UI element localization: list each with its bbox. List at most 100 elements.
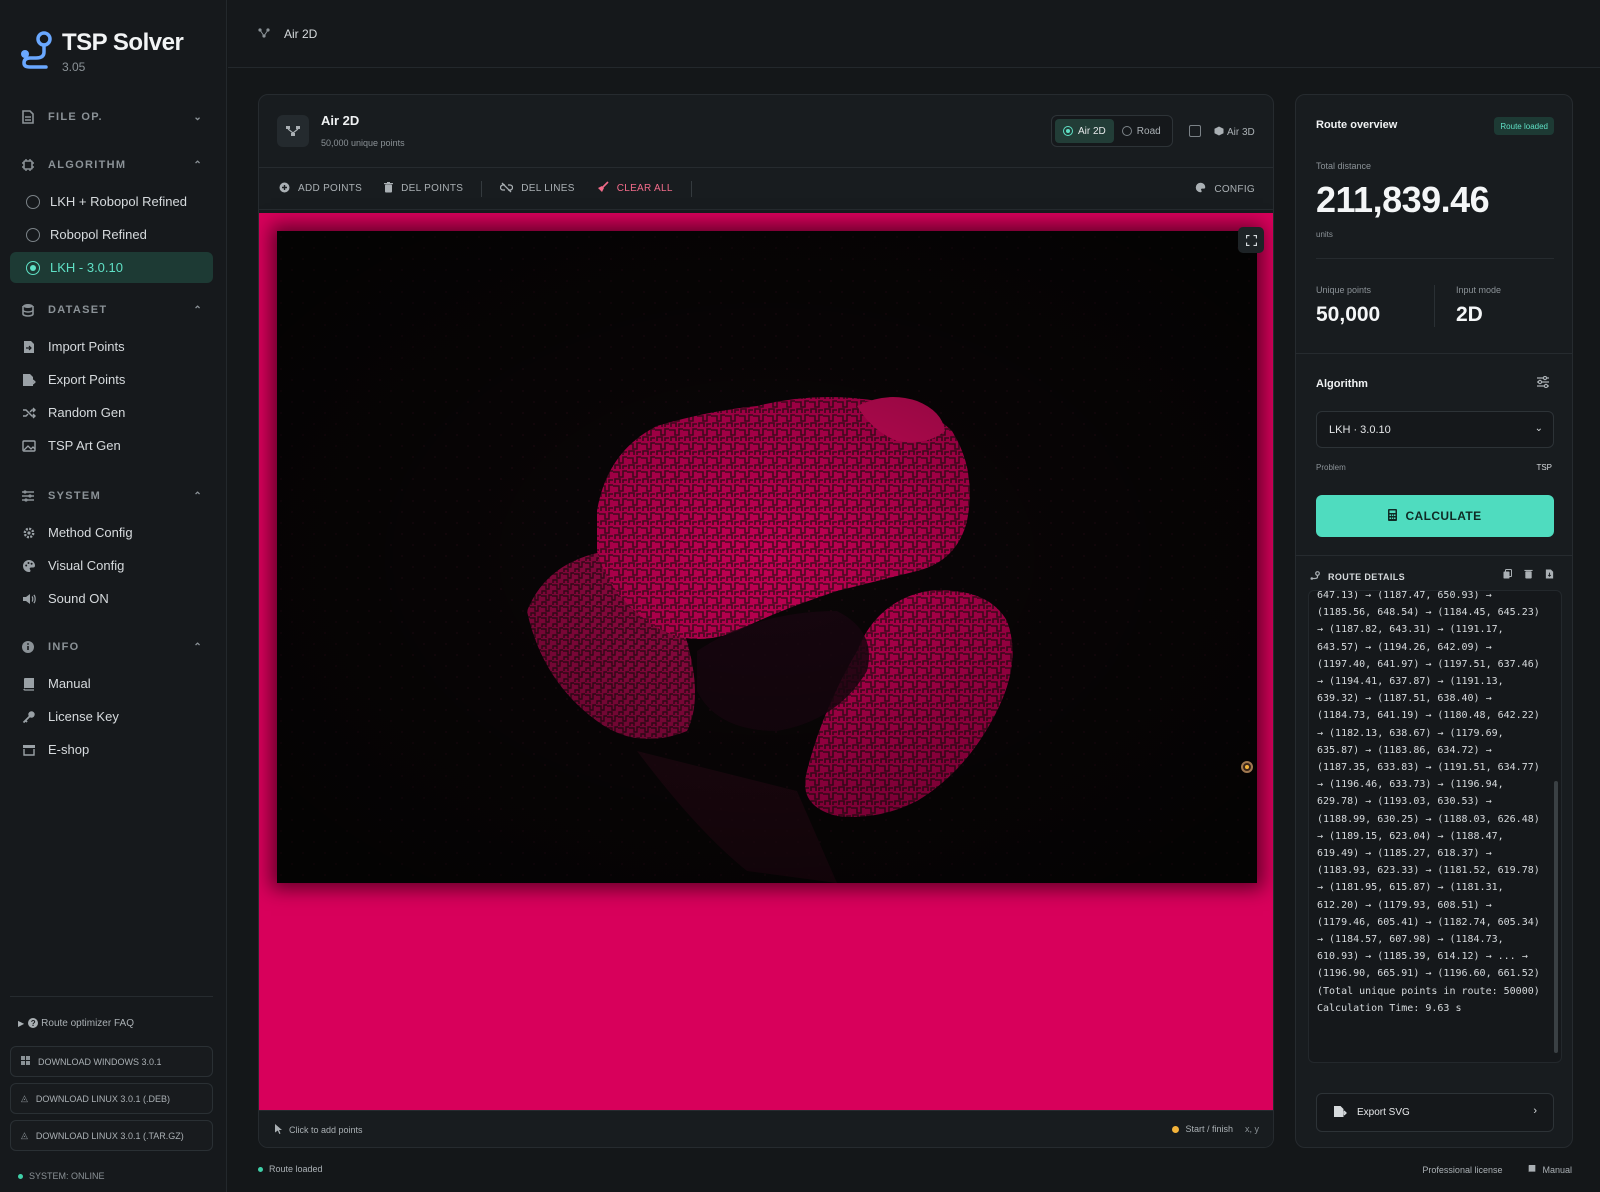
clear-all-label: CLEAR ALL (616, 183, 673, 194)
gear-icon (22, 526, 36, 540)
app-version: 3.05 (62, 60, 86, 74)
section-dataset-header[interactable]: DATASET ⌃ (10, 299, 213, 321)
divider (1434, 285, 1435, 327)
license-status[interactable]: Professional license (1422, 1165, 1502, 1175)
algorithm-option-lkh[interactable]: LKH - 3.0.10 (10, 252, 213, 283)
algorithm-select-value: LKH · 3.0.10 (1329, 423, 1391, 436)
total-distance-label: Total distance (1316, 161, 1372, 171)
sidebar-footer: ▶ ? Route optimizer FAQ DOWNLOAD WINDOWS… (10, 1014, 213, 1181)
status-bar-left: Route loaded (258, 1164, 323, 1174)
download-file-icon[interactable] (1545, 569, 1554, 582)
radio-icon (26, 194, 40, 209)
algorithm-option-lkh-robopol[interactable]: LKH + Robopol Refined (10, 186, 213, 217)
page-title: Air 2D (284, 26, 318, 41)
status-dot (18, 1173, 23, 1179)
radio-selected-icon (1063, 126, 1073, 136)
app-name: TSP Solver (62, 29, 184, 56)
canvas-hint: Click to add points (275, 1124, 363, 1136)
nav-method-config[interactable]: Method Config (10, 517, 213, 548)
fullscreen-button[interactable] (1238, 227, 1264, 253)
route-nodes-icon (277, 115, 309, 147)
calculate-button[interactable]: CALCULATE (1316, 495, 1554, 537)
nav-license-key[interactable]: License Key (10, 701, 213, 732)
mode-label: Road (1136, 125, 1161, 137)
delete-lines-button[interactable]: DEL LINES (500, 182, 574, 196)
broom-icon (597, 181, 609, 196)
sliders-icon[interactable] (1536, 375, 1550, 391)
canvas-toolbar: ADD POINTS DEL POINTS DEL LINES CLEAR AL… (259, 168, 1273, 210)
algorithm-option-robopol[interactable]: Robopol Refined (10, 219, 213, 250)
section-file-header[interactable]: FILE OP. ⌄ (10, 106, 213, 128)
route-details-log[interactable]: 647.13) → (1187.47, 650.93) → (1185.56, … (1308, 590, 1562, 1063)
nav-import-points[interactable]: Import Points (10, 331, 213, 362)
system-status: SYSTEM: ONLINE (10, 1171, 213, 1181)
distance-units: units (1316, 230, 1333, 239)
section-info-header[interactable]: INFO ⌃ (10, 636, 213, 658)
nav-tsp-art-gen[interactable]: TSP Art Gen (10, 430, 213, 461)
nav-label: Import Points (48, 339, 125, 354)
scrollbar-thumb[interactable] (1554, 781, 1558, 1053)
import-icon (22, 340, 36, 354)
download-linux-tar-button[interactable]: ◬ DOWNLOAD LINUX 3.0.1 (.TAR.GZ) (10, 1120, 213, 1151)
section-file: FILE OP. ⌄ (10, 106, 213, 128)
calculate-label: CALCULATE (1405, 509, 1482, 523)
toolbar-separator (481, 180, 483, 197)
section-algorithm-header[interactable]: ALGORITHM ⌃ (10, 154, 213, 176)
nav-label: Export Points (48, 372, 126, 387)
section-system-header[interactable]: SYSTEM ⌃ (10, 485, 213, 507)
rose-tsp-art (277, 231, 1257, 883)
algorithm-select[interactable]: LKH · 3.0.10 ⌄ (1316, 411, 1554, 448)
download-windows-button[interactable]: DOWNLOAD WINDOWS 3.0.1 (10, 1046, 213, 1077)
radio-icon (1121, 126, 1132, 136)
mode-air-2d[interactable]: Air 2D (1055, 119, 1114, 143)
nav-random-gen[interactable]: Random Gen (10, 397, 213, 428)
section-algorithm: ALGORITHM ⌃ LKH + Robopol Refined Robopo… (10, 154, 213, 283)
nav-label: Sound ON (48, 591, 109, 606)
copy-icon[interactable] (1503, 569, 1512, 582)
start-finish-marker[interactable] (1241, 761, 1253, 773)
nav-manual[interactable]: Manual (10, 668, 213, 699)
chevron-down-icon: ⌄ (193, 111, 203, 123)
unique-points-value: 50,000 (1316, 303, 1381, 326)
route-canvas[interactable] (259, 213, 1273, 1111)
mode-road[interactable]: Road (1114, 119, 1169, 143)
info-icon (20, 639, 36, 655)
air-3d-checkbox[interactable] (1189, 125, 1201, 137)
nav-sound[interactable]: Sound ON (10, 583, 213, 614)
total-distance-value: 211,839.46 (1316, 179, 1490, 220)
export-svg-button[interactable]: Export SVG › (1316, 1093, 1554, 1132)
nav-visual-config[interactable]: Visual Config (10, 550, 213, 581)
nav-eshop[interactable]: E-shop (10, 734, 213, 765)
input-mode-value: 2D (1456, 303, 1483, 326)
faq-toggle[interactable]: ▶ ? Route optimizer FAQ (10, 1014, 213, 1032)
problem-value: TSP (1536, 463, 1552, 472)
cube-icon (1214, 126, 1224, 139)
delete-lines-label: DEL LINES (521, 183, 575, 194)
add-points-button[interactable]: ADD POINTS (279, 182, 362, 196)
section-file-label: FILE OP. (48, 111, 103, 123)
chevron-up-icon: ⌃ (193, 304, 203, 316)
download-linux-deb-button[interactable]: ◬ DOWNLOAD LINUX 3.0.1 (.DEB) (10, 1083, 213, 1114)
air-3d-text: Air 3D (1227, 127, 1255, 138)
key-icon (22, 710, 36, 724)
clear-all-button[interactable]: CLEAR ALL (597, 181, 673, 196)
config-button[interactable]: CONFIG (1195, 182, 1255, 196)
toolbar-separator (690, 180, 692, 197)
nav-label: E-shop (48, 742, 90, 757)
config-label: CONFIG (1214, 183, 1255, 195)
coordinates-readout: x, y (1244, 1124, 1259, 1134)
route-details-label: ROUTE DETAILS (1328, 572, 1406, 582)
nav-export-points[interactable]: Export Points (10, 364, 213, 395)
trash-icon[interactable] (1524, 569, 1533, 582)
manual-link-label: Manual (1542, 1165, 1572, 1175)
chevron-up-icon: ⌃ (193, 159, 203, 171)
section-system: SYSTEM ⌃ Method Config Visual Config Sou… (10, 485, 213, 614)
nav-label: Method Config (48, 525, 133, 540)
faq-label: Route optimizer FAQ (41, 1017, 134, 1029)
chip-icon (20, 157, 36, 173)
tsp-art-image (277, 231, 1257, 883)
delete-points-button[interactable]: DEL POINTS (384, 181, 463, 196)
divider (10, 996, 213, 997)
unlink-icon (500, 182, 514, 196)
manual-link[interactable]: Manual (1528, 1164, 1572, 1176)
